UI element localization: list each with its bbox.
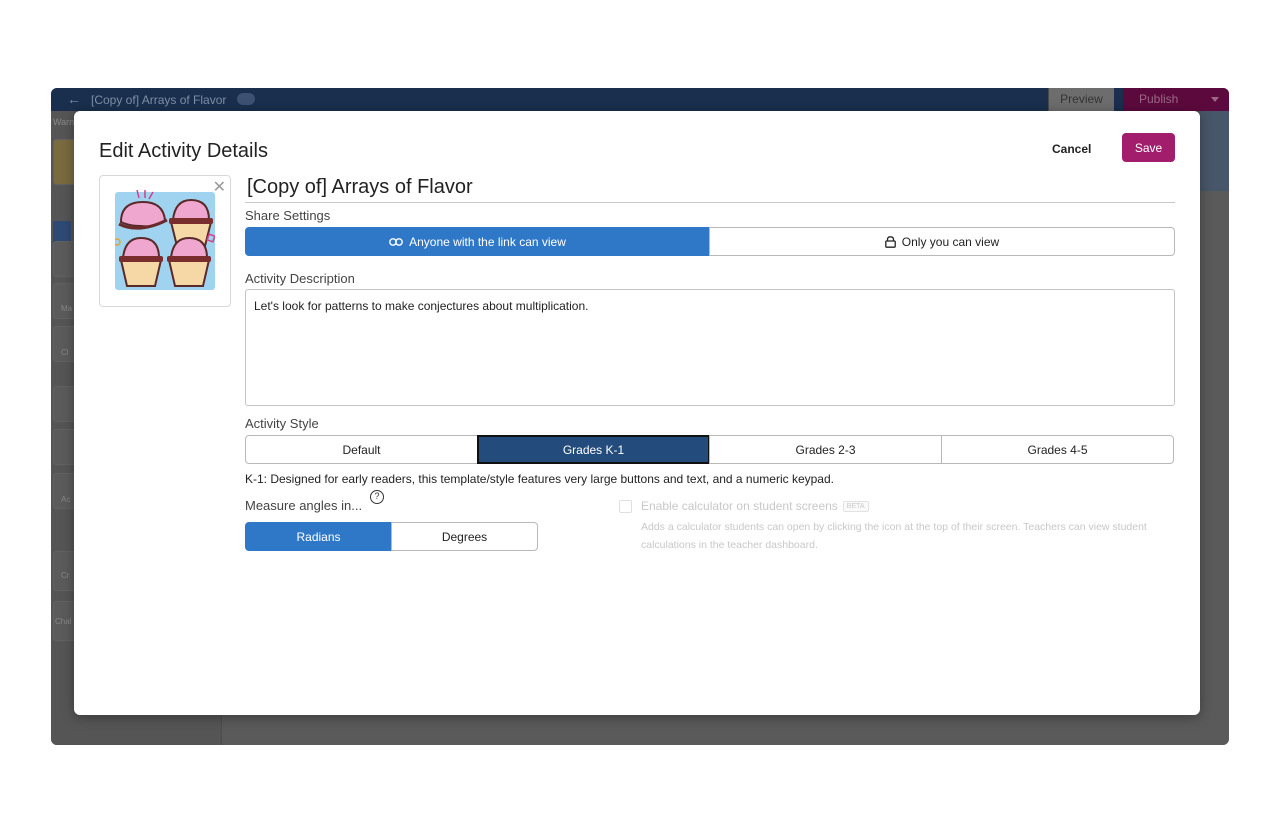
activity-description-input[interactable]: Let's look for patterns to make conjectu… xyxy=(245,289,1175,406)
enable-calculator-label: Enable calculator on student screens BETA xyxy=(641,499,869,513)
save-button[interactable]: Save xyxy=(1122,133,1175,162)
activity-style-toggle: Default Grades K-1 Grades 2-3 Grades 4-5 xyxy=(245,435,1174,464)
comment-badge-icon xyxy=(237,93,255,105)
lock-icon xyxy=(884,235,896,248)
activity-title-input[interactable] xyxy=(245,176,1175,203)
ice-cream-image xyxy=(115,190,215,290)
style-default-option[interactable]: Default xyxy=(245,435,478,464)
help-icon[interactable]: ? xyxy=(370,490,384,504)
link-icon xyxy=(389,237,404,246)
app-topbar: ← [Copy of] Arrays of Flavor Preview Pub… xyxy=(51,88,1229,111)
edit-activity-modal: Edit Activity Details Cancel Save ✕ [Cop… xyxy=(74,111,1200,715)
sidebar-label: Cr xyxy=(61,571,70,580)
app-right-pane xyxy=(1199,111,1229,191)
cancel-button[interactable]: Cancel xyxy=(1052,135,1091,163)
share-anyone-option[interactable]: Anyone with the link can view xyxy=(245,227,710,256)
sidebar-warning: Warn xyxy=(53,117,75,127)
activity-description-label: Activity Description xyxy=(245,271,355,286)
calculator-description: Adds a calculator students can open by c… xyxy=(641,521,1147,551)
style-grades-4-5-option[interactable]: Grades 4-5 xyxy=(941,435,1174,464)
sidebar-label: Chal xyxy=(55,617,72,626)
degrees-option[interactable]: Degrees xyxy=(391,522,538,551)
angle-unit-toggle: Radians Degrees xyxy=(245,522,538,551)
share-only-you-option[interactable]: Only you can view xyxy=(709,227,1175,256)
sidebar-label: Cl xyxy=(61,348,69,357)
sidebar-label: Ma xyxy=(61,304,73,313)
chevron-down-icon xyxy=(1211,97,1219,102)
sidebar-label: Ac xyxy=(61,495,71,504)
preview-button: Preview xyxy=(1048,88,1114,111)
style-grades-2-3-option[interactable]: Grades 2-3 xyxy=(709,435,942,464)
share-anyone-label: Anyone with the link can view xyxy=(409,234,566,249)
enable-calculator-checkbox[interactable] xyxy=(619,500,632,513)
style-description: K-1: Designed for early readers, this te… xyxy=(245,472,834,486)
measure-angles-label: Measure angles in... xyxy=(245,498,363,513)
style-grades-k1-option[interactable]: Grades K-1 xyxy=(477,435,710,464)
activity-thumbnail[interactable]: ✕ xyxy=(99,175,231,307)
publish-button: Publish xyxy=(1123,88,1229,111)
share-only-you-label: Only you can view xyxy=(901,234,1000,249)
share-settings-toggle: Anyone with the link can view Only you c… xyxy=(245,227,1175,256)
radians-option[interactable]: Radians xyxy=(245,522,392,551)
back-arrow-icon: ← xyxy=(67,91,81,107)
beta-badge: BETA xyxy=(842,501,869,513)
app-activity-title: [Copy of] Arrays of Flavor xyxy=(91,93,227,107)
activity-style-label: Activity Style xyxy=(245,416,319,431)
share-settings-label: Share Settings xyxy=(245,208,331,223)
publish-label: Publish xyxy=(1139,92,1179,106)
enable-calculator-text: Enable calculator on student screens xyxy=(641,499,838,513)
modal-title: Edit Activity Details xyxy=(99,140,268,162)
